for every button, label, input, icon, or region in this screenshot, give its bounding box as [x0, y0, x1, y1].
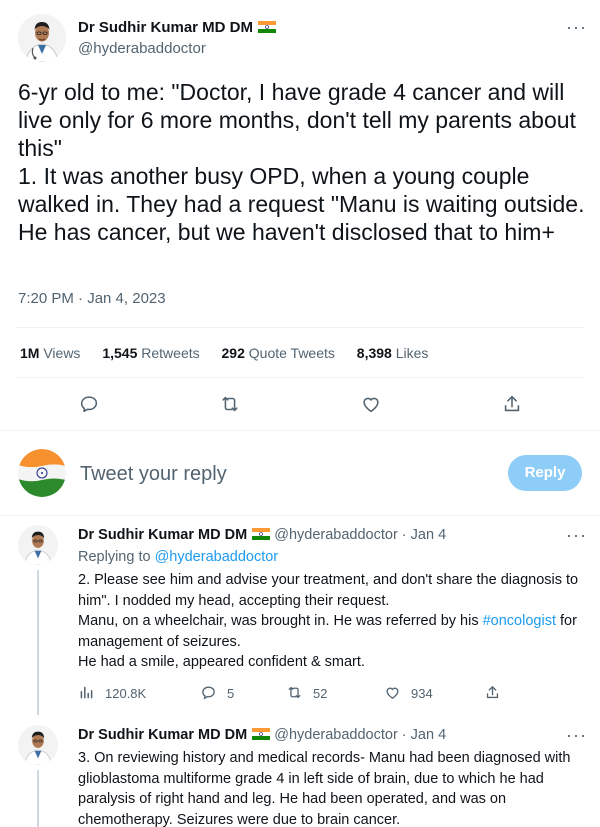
more-options-icon[interactable]: ··· [566, 726, 587, 744]
reply-tweet[interactable]: Dr Sudhir Kumar MD DM @hyderabaddoctor ·… [0, 715, 600, 827]
author-name[interactable]: Dr Sudhir Kumar MD DM [78, 527, 247, 543]
tweet-actions [0, 393, 600, 417]
reply-tweet[interactable]: Dr Sudhir Kumar MD DM @hyderabaddoctor ·… [0, 515, 600, 715]
divider [16, 377, 584, 378]
reply-header: Dr Sudhir Kumar MD DM @hyderabaddoctor ·… [78, 727, 446, 743]
retweets-stat[interactable]: 1,545 Retweets [102, 345, 199, 361]
author-name[interactable]: Dr Sudhir Kumar MD DM [78, 727, 247, 743]
doctor-avatar-icon [18, 725, 58, 765]
tweet-text: 6-yr old to me: "Doctor, I have grade 4 … [18, 79, 585, 245]
reply-text: 2. Please see him and advise your treatm… [78, 572, 579, 670]
author-handle[interactable]: @hyderabaddoctor [78, 40, 206, 57]
india-flag-icon [252, 728, 271, 740]
author-avatar[interactable] [18, 725, 58, 765]
like-icon[interactable] [360, 393, 382, 415]
thread-line [37, 570, 39, 715]
reply-button[interactable]: Reply [508, 455, 582, 491]
author-avatar[interactable] [18, 525, 58, 565]
likes-stat[interactable]: 8,398 Likes [357, 345, 429, 361]
retweet-icon[interactable] [219, 393, 241, 415]
reply-actions: 120.8K 5 52 934 [78, 684, 578, 704]
views-button[interactable]: 120.8K [78, 684, 146, 701]
share-icon [486, 686, 499, 699]
views-icon [80, 686, 93, 699]
doctor-avatar-icon [18, 525, 58, 565]
hashtag-link[interactable]: #oncologist [483, 613, 556, 629]
reply-composer: Tweet your reply Reply [0, 445, 600, 505]
share-button[interactable] [484, 684, 511, 701]
reply-count-button[interactable]: 5 [200, 684, 234, 701]
tweet-timestamp[interactable]: 7:20 PM · Jan 4, 2023 [18, 290, 166, 307]
like-icon [386, 687, 399, 699]
user-avatar[interactable] [18, 449, 66, 497]
more-options-icon[interactable]: ··· [566, 18, 587, 36]
replying-to: Replying to @hyderabaddoctor [78, 549, 279, 565]
reply-icon[interactable] [78, 393, 100, 415]
retweet-icon [288, 686, 301, 699]
india-flag-icon [18, 449, 66, 497]
share-icon[interactable] [501, 393, 523, 415]
like-count-button[interactable]: 934 [384, 684, 433, 701]
reply-meta[interactable]: @hyderabaddoctor · Jan 4 [274, 527, 446, 543]
author-name[interactable]: Dr Sudhir Kumar MD DM [78, 19, 277, 36]
views-stat[interactable]: 1M Views [20, 345, 80, 361]
reply-icon [202, 686, 215, 700]
thread-line [37, 770, 39, 827]
quote-tweets-stat[interactable]: 292 Quote Tweets [222, 345, 335, 361]
tweet-stats: 1M Views 1,545 Retweets 292 Quote Tweets… [20, 345, 446, 361]
reply-input[interactable]: Tweet your reply [80, 463, 227, 486]
more-options-icon[interactable]: ··· [566, 526, 587, 544]
india-flag-icon [252, 528, 271, 540]
reply-header: Dr Sudhir Kumar MD DM @hyderabaddoctor ·… [78, 527, 446, 543]
divider [16, 327, 584, 328]
reply-meta[interactable]: @hyderabaddoctor · Jan 4 [274, 727, 446, 743]
doctor-avatar-icon [18, 14, 66, 62]
replying-to-link[interactable]: @hyderabaddoctor [155, 549, 279, 565]
divider [0, 430, 600, 431]
reply-text: 3. On reviewing history and medical reco… [78, 750, 571, 827]
retweet-count-button[interactable]: 52 [286, 684, 327, 701]
author-avatar[interactable] [18, 14, 66, 62]
india-flag-icon [258, 21, 277, 33]
